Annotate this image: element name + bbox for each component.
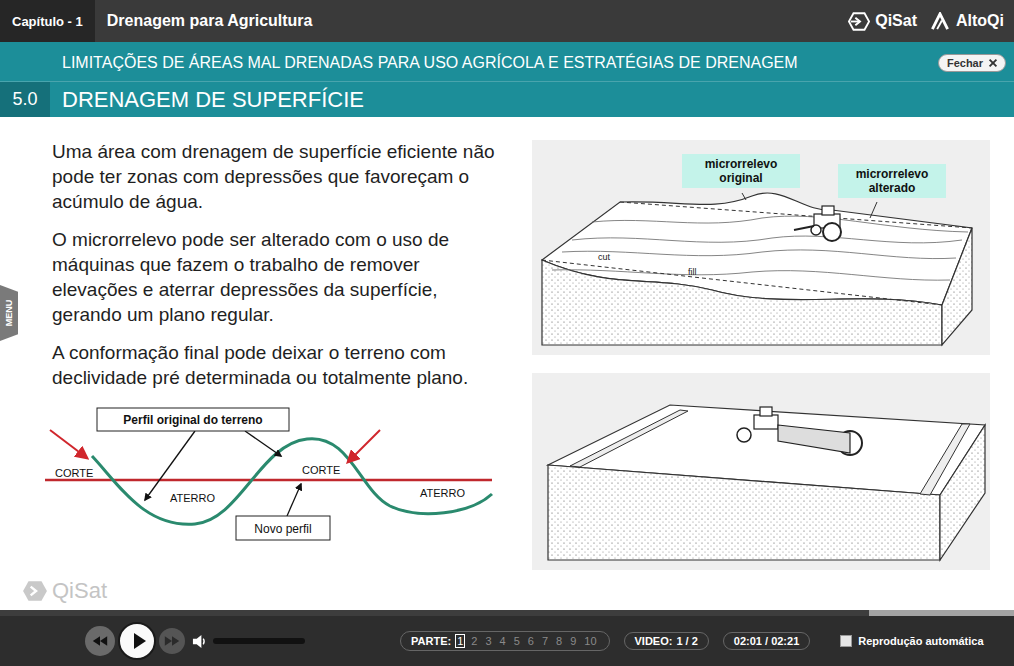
brand-name: QiSat — [875, 12, 917, 30]
part-number[interactable]: 2 — [469, 634, 479, 648]
figure-callout: microrrelevo alterado — [838, 164, 946, 198]
altoqi-logo-icon — [929, 12, 951, 31]
autoplay-checkbox[interactable] — [840, 635, 852, 647]
region-label: CORTE — [55, 467, 93, 479]
parts-selector: PARTE: 123456789 10 — [400, 631, 610, 651]
part-number[interactable]: 4 — [498, 634, 508, 648]
play-button[interactable] — [118, 622, 156, 660]
section-number: 5.0 — [0, 82, 50, 117]
video-label: VIDEO: — [635, 635, 673, 647]
player-controls: PARTE: 123456789 10 VIDEO: 1 / 2 02:01 / … — [0, 616, 1014, 666]
side-menu-tab[interactable]: MENU — [0, 285, 18, 341]
brand-logo: QiSat — [848, 12, 917, 31]
part-number[interactable]: 5 — [512, 634, 522, 648]
progress-fill — [0, 610, 869, 616]
header-top-row: LIMITAÇÕES DE ÁREAS MAL DRENADAS PARA US… — [0, 42, 1014, 82]
terrain-figure: microrrelevo original microrrelevo altera… — [532, 140, 990, 355]
slide-content: MENU Uma área com drenagem de superfície… — [0, 117, 1014, 610]
part-number[interactable]: 8 — [554, 634, 564, 648]
progress-track[interactable] — [0, 610, 1014, 616]
close-button-label: Fechar — [947, 57, 983, 69]
side-menu-label: MENU — [4, 300, 14, 327]
video-value: 1 / 2 — [676, 635, 697, 647]
section-supertitle: LIMITAÇÕES DE ÁREAS MAL DRENADAS PARA US… — [62, 54, 798, 72]
volume-fill — [213, 638, 305, 644]
part-number[interactable]: 6 — [526, 634, 536, 648]
text-column: Uma área com drenagem de superfície efic… — [0, 117, 500, 610]
tractor-icon — [794, 206, 841, 241]
close-x-icon — [987, 57, 999, 69]
rewind-button[interactable] — [85, 626, 115, 656]
profile-diagram: Perfil original do terreno Novo perfil COR… — [45, 406, 495, 546]
speaker-icon[interactable] — [192, 634, 207, 649]
paragraph: A conformação final pode deixar o terren… — [52, 340, 507, 390]
transport-controls — [85, 622, 400, 660]
section-header: LIMITAÇÕES DE ÁREAS MAL DRENADAS PARA US… — [0, 42, 1014, 117]
time-value: 02:01 / 02:21 — [734, 635, 799, 647]
time-display: 02:01 / 02:21 — [723, 632, 810, 650]
part-number[interactable]: 3 — [483, 634, 493, 648]
autoplay-label: Reprodução automática — [858, 635, 983, 647]
figures-column: microrrelevo original microrrelevo altera… — [532, 117, 990, 610]
paragraph: Uma área com drenagem de superfície efic… — [52, 139, 507, 214]
figure-callout: microrrelevo original — [682, 154, 800, 188]
top-bar: Capítulo - 1 Drenagem para Agricultura Q… — [0, 0, 1014, 42]
part-number[interactable]: 7 — [540, 634, 550, 648]
region-label: ATERRO — [420, 487, 465, 499]
player-window: Capítulo - 1 Drenagem para Agricultura Q… — [0, 0, 1014, 666]
paragraph: O microrrelevo pode ser alterado com o u… — [52, 227, 507, 327]
video-counter: VIDEO: 1 / 2 — [624, 632, 709, 650]
course-title: Drenagem para Agricultura — [107, 12, 313, 30]
close-button[interactable]: Fechar — [938, 54, 1006, 72]
play-icon — [132, 633, 146, 649]
original-profile-label: Perfil original do terreno — [123, 413, 262, 427]
red-arrow-icon — [50, 430, 87, 458]
forward-button[interactable] — [159, 628, 185, 654]
parts-label: PARTE: — [411, 635, 451, 647]
qisat-logo-icon — [848, 12, 870, 31]
chapter-tab: Capítulo - 1 — [0, 0, 95, 42]
red-arrow-icon — [348, 430, 380, 462]
figure-tag: fill — [688, 267, 697, 277]
brand-name: AltoQi — [956, 12, 1004, 30]
volume-slider[interactable] — [213, 638, 305, 644]
watermark: QiSat — [22, 578, 500, 604]
pointer-arrow-icon — [287, 484, 301, 516]
tractor-roller-icon — [737, 407, 862, 455]
pointer-arrow-icon — [245, 431, 281, 456]
section-title: DRENAGEM DE SUPERFÍCIE — [62, 82, 364, 117]
autoplay-toggle[interactable]: Reprodução automática — [840, 635, 983, 647]
forward-icon — [164, 636, 180, 646]
brands: QiSat AltoQi — [848, 12, 1004, 31]
figure-tag: cut — [598, 252, 610, 262]
region-label: CORTE — [302, 464, 340, 476]
terrain-figure — [532, 373, 990, 570]
leveled-terrain-drawing — [532, 373, 990, 570]
new-profile-label: Novo perfil — [254, 522, 311, 536]
new-profile-box — [236, 516, 330, 540]
paragraphs: Uma área com drenagem de superfície efic… — [52, 139, 507, 390]
pointer-arrow-icon — [145, 431, 195, 500]
qisat-watermark-icon — [22, 580, 48, 602]
brand-logo: AltoQi — [929, 12, 1004, 31]
original-profile-box — [97, 408, 289, 431]
watermark-text: QiSat — [52, 578, 107, 604]
rewind-icon — [92, 636, 108, 646]
region-label: ATERRO — [170, 492, 215, 504]
part-number[interactable]: 10 — [582, 634, 598, 648]
part-number[interactable]: 9 — [568, 634, 578, 648]
original-profile-curve — [92, 439, 492, 525]
header-title-row: 5.0 DRENAGEM DE SUPERFÍCIE — [0, 82, 1014, 117]
part-number[interactable]: 1 — [455, 634, 465, 648]
player-bar: PARTE: 123456789 10 VIDEO: 1 / 2 02:01 / … — [0, 610, 1014, 666]
